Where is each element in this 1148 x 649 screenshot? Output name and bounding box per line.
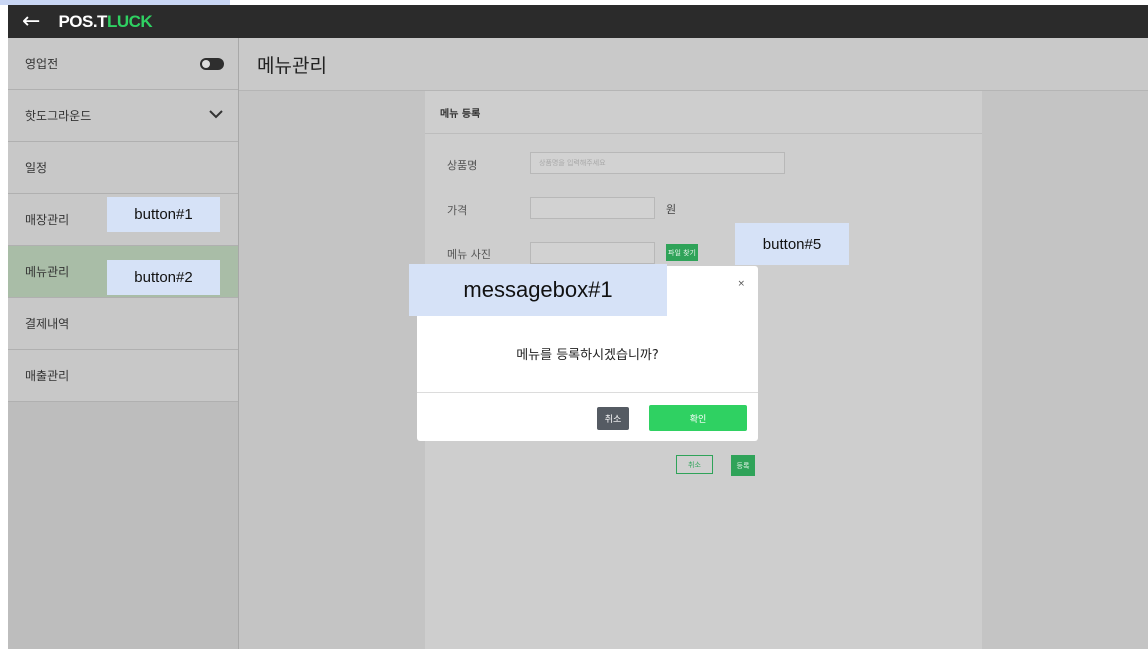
chevron-down-icon[interactable] (208, 108, 224, 123)
logo-text-green: LUCK (106, 11, 153, 31)
annotation-button-2: button#2 (107, 260, 220, 295)
dialog-confirm-button[interactable]: 확인 (649, 405, 747, 431)
sidebar-item-label: 결제내역 (25, 317, 70, 331)
register-button[interactable]: 등록 (731, 455, 755, 476)
close-icon[interactable]: × (737, 279, 745, 289)
annotation-messagebox-1: messagebox#1 (409, 264, 667, 316)
sidebar-item-label: 매출관리 (25, 369, 70, 383)
price-label: 가격 (447, 204, 468, 217)
menu-photo-label: 메뉴 사진 (447, 248, 491, 261)
card-title: 메뉴 등록 (425, 91, 982, 134)
sidebar-item-label: 매장관리 (25, 213, 70, 227)
top-bar: ← POS.TLUCK (8, 5, 1148, 38)
dialog-message: 메뉴를 등록하시겠습니까? (516, 348, 659, 363)
app-logo: POS.TLUCK (58, 12, 152, 32)
file-browse-button[interactable]: 파일 찾기 (666, 244, 698, 261)
price-input[interactable] (530, 197, 655, 219)
menu-photo-input[interactable] (530, 242, 655, 264)
logo-text-white: POS.T (58, 11, 107, 31)
sidebar: 영업전 핫도그라운드 일정 매장관리 메뉴관리 결제내역 매출관리 (8, 38, 239, 649)
dialog-cancel-button[interactable]: 취소 (597, 407, 629, 430)
sidebar-item-label: 일정 (25, 161, 48, 175)
product-name-label: 상품명 (447, 159, 478, 172)
annotation-button-1: button#1 (107, 197, 220, 232)
price-unit: 원 (666, 203, 677, 216)
sidebar-item-payment-history[interactable]: 결제내역 (8, 298, 238, 350)
sidebar-item-schedule[interactable]: 일정 (8, 142, 238, 194)
dialog-divider (417, 392, 758, 393)
annotation-button-5: button#5 (735, 223, 849, 265)
toggle-switch-icon[interactable] (200, 57, 224, 70)
sidebar-item-store-select[interactable]: 핫도그라운드 (8, 90, 238, 142)
sidebar-item-sales-management[interactable]: 매출관리 (8, 350, 238, 402)
product-name-input[interactable]: 상품명을 입력해주세요 (530, 152, 785, 174)
cancel-button[interactable]: 취소 (676, 455, 713, 474)
sidebar-item-label: 메뉴관리 (25, 265, 70, 279)
page-title: 메뉴관리 (239, 38, 1148, 91)
back-arrow-icon[interactable]: ← (22, 10, 40, 33)
sidebar-item-label: 핫도그라운드 (25, 109, 92, 123)
sidebar-item-label: 영업전 (25, 57, 59, 71)
sidebar-item-open-status[interactable]: 영업전 (8, 38, 238, 90)
